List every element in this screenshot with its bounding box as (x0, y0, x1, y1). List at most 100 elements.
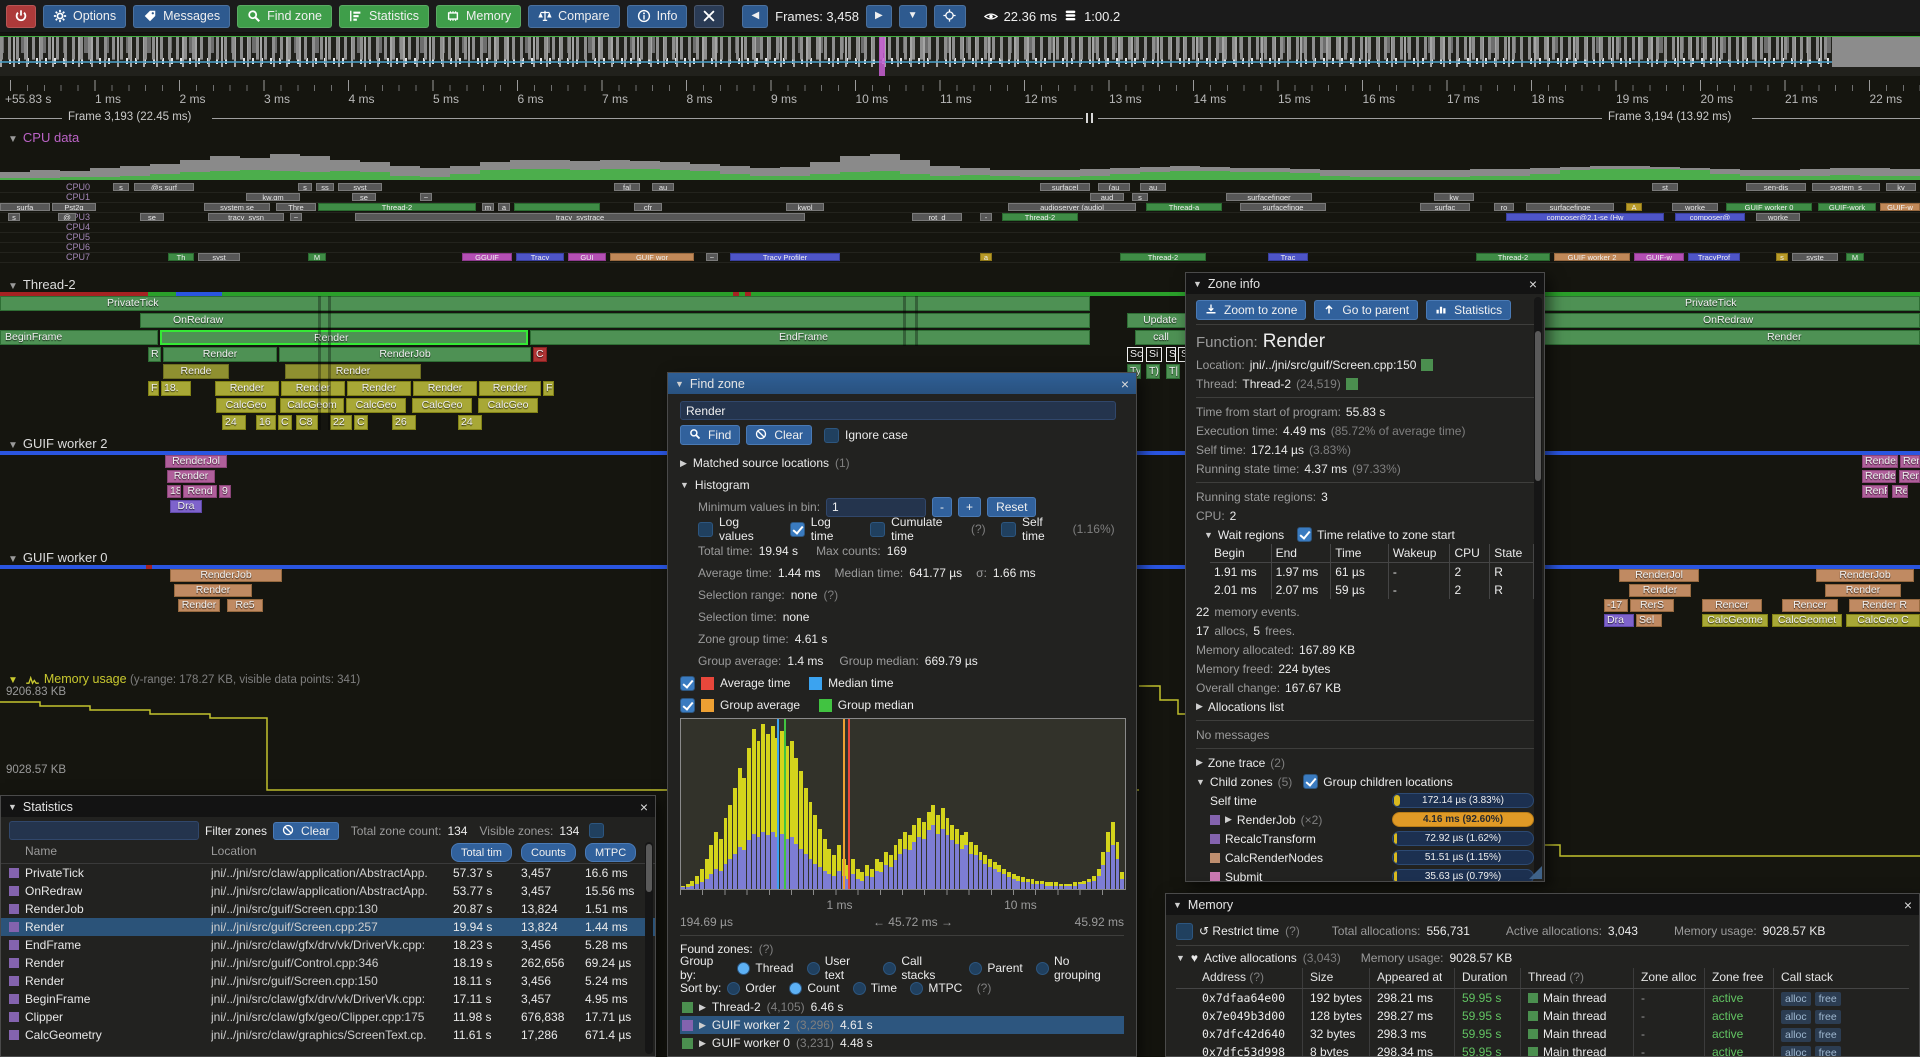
zone-render[interactable]: Render (281, 381, 345, 396)
cpu-zone-chip[interactable]: ~ (706, 253, 718, 261)
messages-button[interactable]: Messages (133, 5, 230, 28)
zone-calcgeo-c[interactable]: CalcGeo C (1846, 614, 1920, 627)
zone-sel[interactable]: Sel (1636, 614, 1662, 627)
info-button[interactable]: Info (627, 5, 688, 28)
cpu-zone-chip[interactable]: syste (1792, 253, 1838, 261)
col-counts[interactable]: Counts (521, 843, 576, 862)
stats-row[interactable]: PrivateTickjni/../jni/src/claw/applicati… (1, 864, 655, 882)
zone-c[interactable]: C (533, 347, 547, 362)
cpu-zone-chip[interactable]: ~ (420, 193, 432, 201)
zone-rers[interactable]: RerS (1630, 599, 1674, 612)
stats-row[interactable]: OnRedrawjni/../jni/src/claw/application/… (1, 882, 655, 900)
filter-zones-input[interactable] (9, 821, 199, 840)
zone-re[interactable]: Re (1892, 485, 1908, 498)
cpu-zone-chip[interactable]: kv (1886, 183, 1916, 191)
callstack-chip-alloc[interactable]: alloc (1781, 1028, 1811, 1042)
cpu-zone-chip[interactable]: A (1626, 203, 1642, 211)
cpu-zone-chip[interactable]: s (8, 213, 20, 221)
zone-18[interactable]: 18 (167, 485, 181, 498)
thread-header-guif-worker-2[interactable]: ▼GUIF worker 2 (8, 436, 107, 451)
cpu-zone-chip[interactable]: TracyProf (1688, 253, 1740, 261)
zone-re5[interactable]: Re5 (227, 599, 263, 612)
cpu-zone-chip[interactable]: a (980, 253, 992, 261)
radio-group-parent[interactable] (969, 962, 982, 975)
zone--17[interactable]: -17 (1604, 599, 1628, 612)
cpu-zone-chip[interactable]: s (1132, 193, 1148, 201)
zone-trace-section[interactable]: ▶ Zone trace (2) (1196, 753, 1534, 772)
cpu-zone-chip[interactable]: au (1140, 183, 1166, 191)
legend-checkbox[interactable] (680, 676, 695, 691)
cpu-zone-chip[interactable]: Thread-2 (1476, 253, 1550, 261)
zone-rend[interactable]: Rend (1900, 455, 1920, 468)
cpu-zone-chip[interactable]: Pst2g (52, 203, 96, 211)
cpu-zone-chip[interactable]: surfacefinge (1526, 203, 1614, 211)
zone-renf[interactable]: RenF (1862, 485, 1888, 498)
zone-si[interactable]: Si (1146, 347, 1162, 362)
zone-render[interactable]: Render (1825, 584, 1901, 597)
clear-button[interactable]: Clear (746, 425, 812, 445)
cpu-zone-chip[interactable]: GUIF-w (1634, 253, 1684, 261)
zone-render[interactable]: Render (178, 599, 220, 612)
cpu-zone-chip[interactable]: ro (1494, 203, 1514, 211)
radio-sort-order[interactable] (727, 982, 740, 995)
frame-overview-strip[interactable] (0, 36, 1920, 76)
radio-group-thread[interactable] (737, 962, 750, 975)
zone-privatetick[interactable]: PrivateTick (0, 296, 1090, 311)
options-button[interactable]: Options (43, 5, 126, 28)
zone-renderjol[interactable]: RenderJol (1619, 569, 1699, 582)
location-value[interactable]: jni/../jni/src/guif/Screen.cpp:150 (1250, 358, 1417, 372)
reset-button[interactable]: Reset (987, 497, 1036, 517)
zone-render[interactable]: Render (174, 584, 252, 597)
found-zone-group[interactable]: ▶Thread-2(4,105)6.46 s (680, 998, 1124, 1016)
zone-calcgeome[interactable]: CalcGeome (1702, 614, 1768, 627)
stats-scrollbar[interactable] (645, 842, 653, 1054)
zone-calcgeo[interactable]: CalcGeo (216, 398, 276, 413)
zone-render[interactable]: Render (1629, 584, 1691, 597)
zone-ren[interactable]: Ren (1899, 470, 1920, 483)
cpu-zone-chip[interactable]: Thread-2 (1120, 253, 1206, 261)
close-icon[interactable]: × (640, 800, 648, 814)
child-zone-row[interactable]: ▶RenderJob(×2)4.16 ms (92.60%) (1196, 810, 1534, 829)
cpu-zone-chip[interactable]: Th (168, 253, 194, 261)
cpu-zone-chip[interactable]: s (113, 183, 129, 191)
callstack-chip-alloc[interactable]: alloc (1781, 992, 1811, 1006)
cpu-zone-chip[interactable]: GUI (568, 253, 606, 261)
find-zone-titlebar[interactable]: ▼ Find zone × (668, 373, 1136, 394)
cpu-zone-chip[interactable]: a (498, 203, 510, 211)
zone-s[interactable]: S (1166, 347, 1176, 362)
zone-info-scrollbar[interactable] (1534, 297, 1542, 877)
radio-sort-mtpc[interactable] (910, 982, 923, 995)
child-zones-section[interactable]: ▼ Child zones (5) Group children locatio… (1196, 772, 1534, 791)
source-color-swatch[interactable] (1421, 359, 1433, 371)
zone-renderjob[interactable]: RenderJob (170, 569, 282, 582)
cpu-zone-chip[interactable] (514, 203, 600, 211)
cpu-zone-chip[interactable]: GGUIF (462, 253, 512, 261)
legend-checkbox[interactable] (680, 698, 695, 713)
cpu-zone-chip[interactable]: surfacel (1040, 183, 1090, 191)
cpu-zone-chip[interactable]: ~ (290, 213, 302, 221)
statistics-titlebar[interactable]: ▼ Statistics × (1, 796, 655, 817)
zone-update[interactable]: Update (1127, 313, 1193, 328)
stats-extra-checkbox[interactable] (589, 823, 604, 838)
cpu-zone-chip[interactable]: surfa (0, 203, 50, 211)
zone-renderj[interactable]: RenderJ (1862, 455, 1898, 468)
checkbox-self-time[interactable] (1001, 522, 1016, 537)
cpu-zone-chip[interactable]: system_s (1812, 183, 1880, 191)
zone-render[interactable]: Render (163, 347, 277, 362)
min-bin-input[interactable]: 1 (826, 498, 926, 517)
radio-sort-count[interactable] (789, 982, 802, 995)
zone-info-titlebar[interactable]: ▼ Zone info × (1186, 273, 1544, 294)
cpu-zone-chip[interactable]: composer@ (1675, 213, 1745, 221)
frame-markers[interactable]: Frame 3,193 (22.45 ms) Frame 3,194 (13.9… (0, 111, 1920, 126)
cpu-zone-chip[interactable]: audioserver (audiol (1008, 203, 1136, 211)
cpu-zone-chip[interactable]: syst (338, 183, 382, 191)
stats-row[interactable]: RenderJobjni/../jni/src/guif/Screen.cpp:… (1, 900, 655, 918)
zone-dra[interactable]: Dra (170, 500, 202, 513)
cpu-zone-chip[interactable]: Thread-a (1146, 203, 1222, 211)
cpu-zone-chip[interactable]: (au (1098, 183, 1130, 191)
cpu-zone-chip[interactable]: tracy_sysn (208, 213, 284, 221)
zone-renderjob[interactable]: RenderJob (279, 347, 531, 362)
cpu-zone-chip[interactable]: @s surf (134, 183, 194, 191)
cpu-zone-chip[interactable]: Thread-2 (318, 203, 476, 211)
cpu-zone-chip[interactable]: M (1846, 253, 1864, 261)
